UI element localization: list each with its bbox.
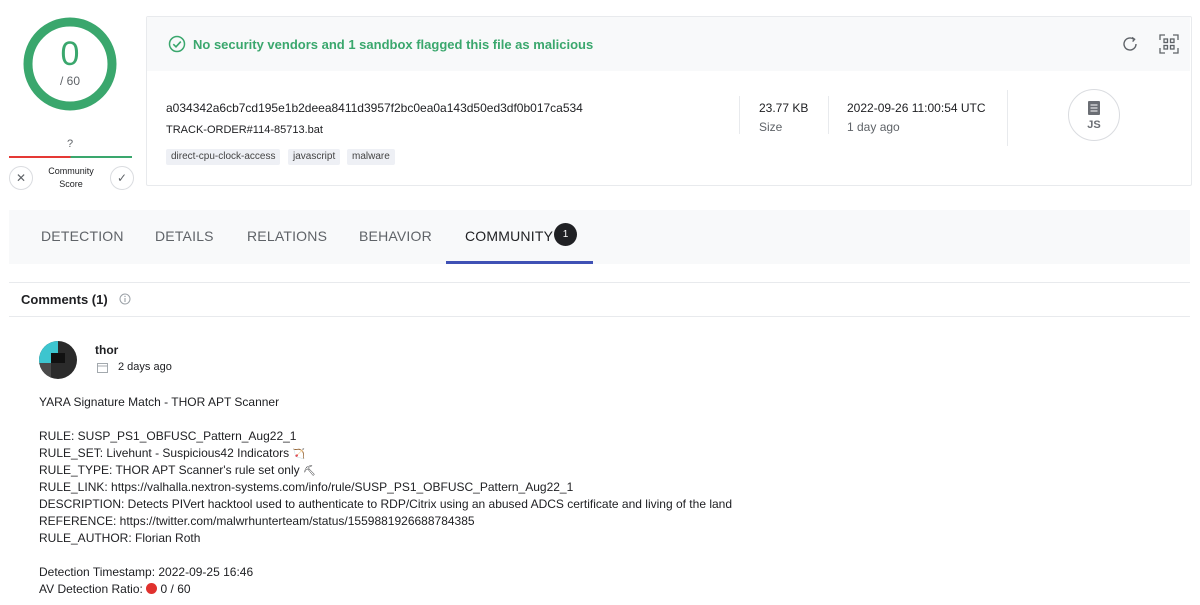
file-type-label: JS (1087, 119, 1101, 131)
comments-title: Comments (1) (21, 292, 108, 307)
file-size-label: Size (759, 120, 783, 134)
pick-emoji: ⛏ (302, 466, 316, 477)
comment-line: AV Detection Ratio: 0 / 60 (39, 582, 191, 596)
reanalyze-icon[interactable] (1121, 35, 1139, 53)
vote-harmful-button[interactable]: ✕ (9, 166, 33, 190)
comment-line: RULE_TYPE: THOR APT Scanner's rule set o… (39, 463, 316, 477)
comment-date: 2 days ago (118, 361, 172, 373)
file-tag[interactable]: direct-cpu-clock-access (166, 149, 281, 165)
divider (1007, 90, 1008, 146)
file-name: TRACK-ORDER#114-85713.bat (166, 124, 323, 136)
comment-line: RULE_SET: Livehunt - Suspicious42 Indica… (39, 446, 305, 460)
active-tab-indicator (446, 261, 593, 264)
tab-detection[interactable]: DETECTION (41, 228, 124, 244)
divider (739, 96, 740, 134)
divider (9, 316, 1190, 317)
document-icon (1088, 101, 1100, 115)
detection-score-total: / 60 (59, 74, 80, 88)
divider (9, 282, 1190, 283)
comment-line: RULE_AUTHOR: Florian Roth (39, 531, 201, 545)
tab-relations[interactable]: RELATIONS (247, 228, 327, 244)
red-circle-icon (146, 583, 158, 594)
analysis-date-relative: 1 day ago (847, 120, 900, 134)
tab-behavior[interactable]: BEHAVIOR (359, 228, 432, 244)
comment-count-badge: 1 (554, 223, 577, 246)
calendar-icon (97, 363, 108, 373)
comment-line: Detection Timestamp: 2022-09-25 16:46 (39, 565, 254, 579)
tab-details[interactable]: DETAILS (155, 228, 214, 244)
file-tag[interactable]: javascript (288, 149, 341, 165)
bow-arrow-emoji: 🏹 (292, 449, 305, 460)
file-tag[interactable]: malware (347, 149, 395, 165)
comment-link-line[interactable]: RULE_LINK: https://valhalla.nextron-syst… (39, 480, 573, 494)
file-hash[interactable]: a034342a6cb7cd195e1b2deea8411d3957f2bc0e… (166, 101, 583, 115)
avatar[interactable] (39, 341, 77, 379)
detection-score-value: 0 (60, 35, 80, 73)
comment-author[interactable]: thor (95, 343, 118, 357)
comment-line: YARA Signature Match - THOR APT Scanner (39, 395, 280, 409)
vote-harmless-button[interactable]: ✓ (110, 166, 134, 190)
verdict-text: No security vendors and 1 sandbox flagge… (193, 37, 594, 52)
file-size-value: 23.77 KB (759, 101, 809, 115)
info-icon[interactable] (119, 293, 131, 305)
analysis-date-value: 2022-09-26 11:00:54 UTC (847, 101, 986, 115)
community-score-bar (9, 156, 132, 158)
comment-line: DESCRIPTION: Detects PIVert hacktool use… (39, 497, 733, 511)
comment-link-line[interactable]: REFERENCE: https://twitter.com/malwrhunt… (39, 514, 475, 528)
tab-community[interactable]: COMMUNITY (465, 228, 553, 244)
community-score-value: ? (66, 138, 74, 150)
comment-line: RULE: SUSP_PS1_OBFUSC_Pattern_Aug22_1 (39, 429, 297, 443)
similar-files-icon[interactable] (1158, 33, 1180, 55)
check-circle-icon (168, 35, 186, 53)
community-score-label: Community Score (48, 166, 94, 189)
divider (828, 96, 829, 134)
